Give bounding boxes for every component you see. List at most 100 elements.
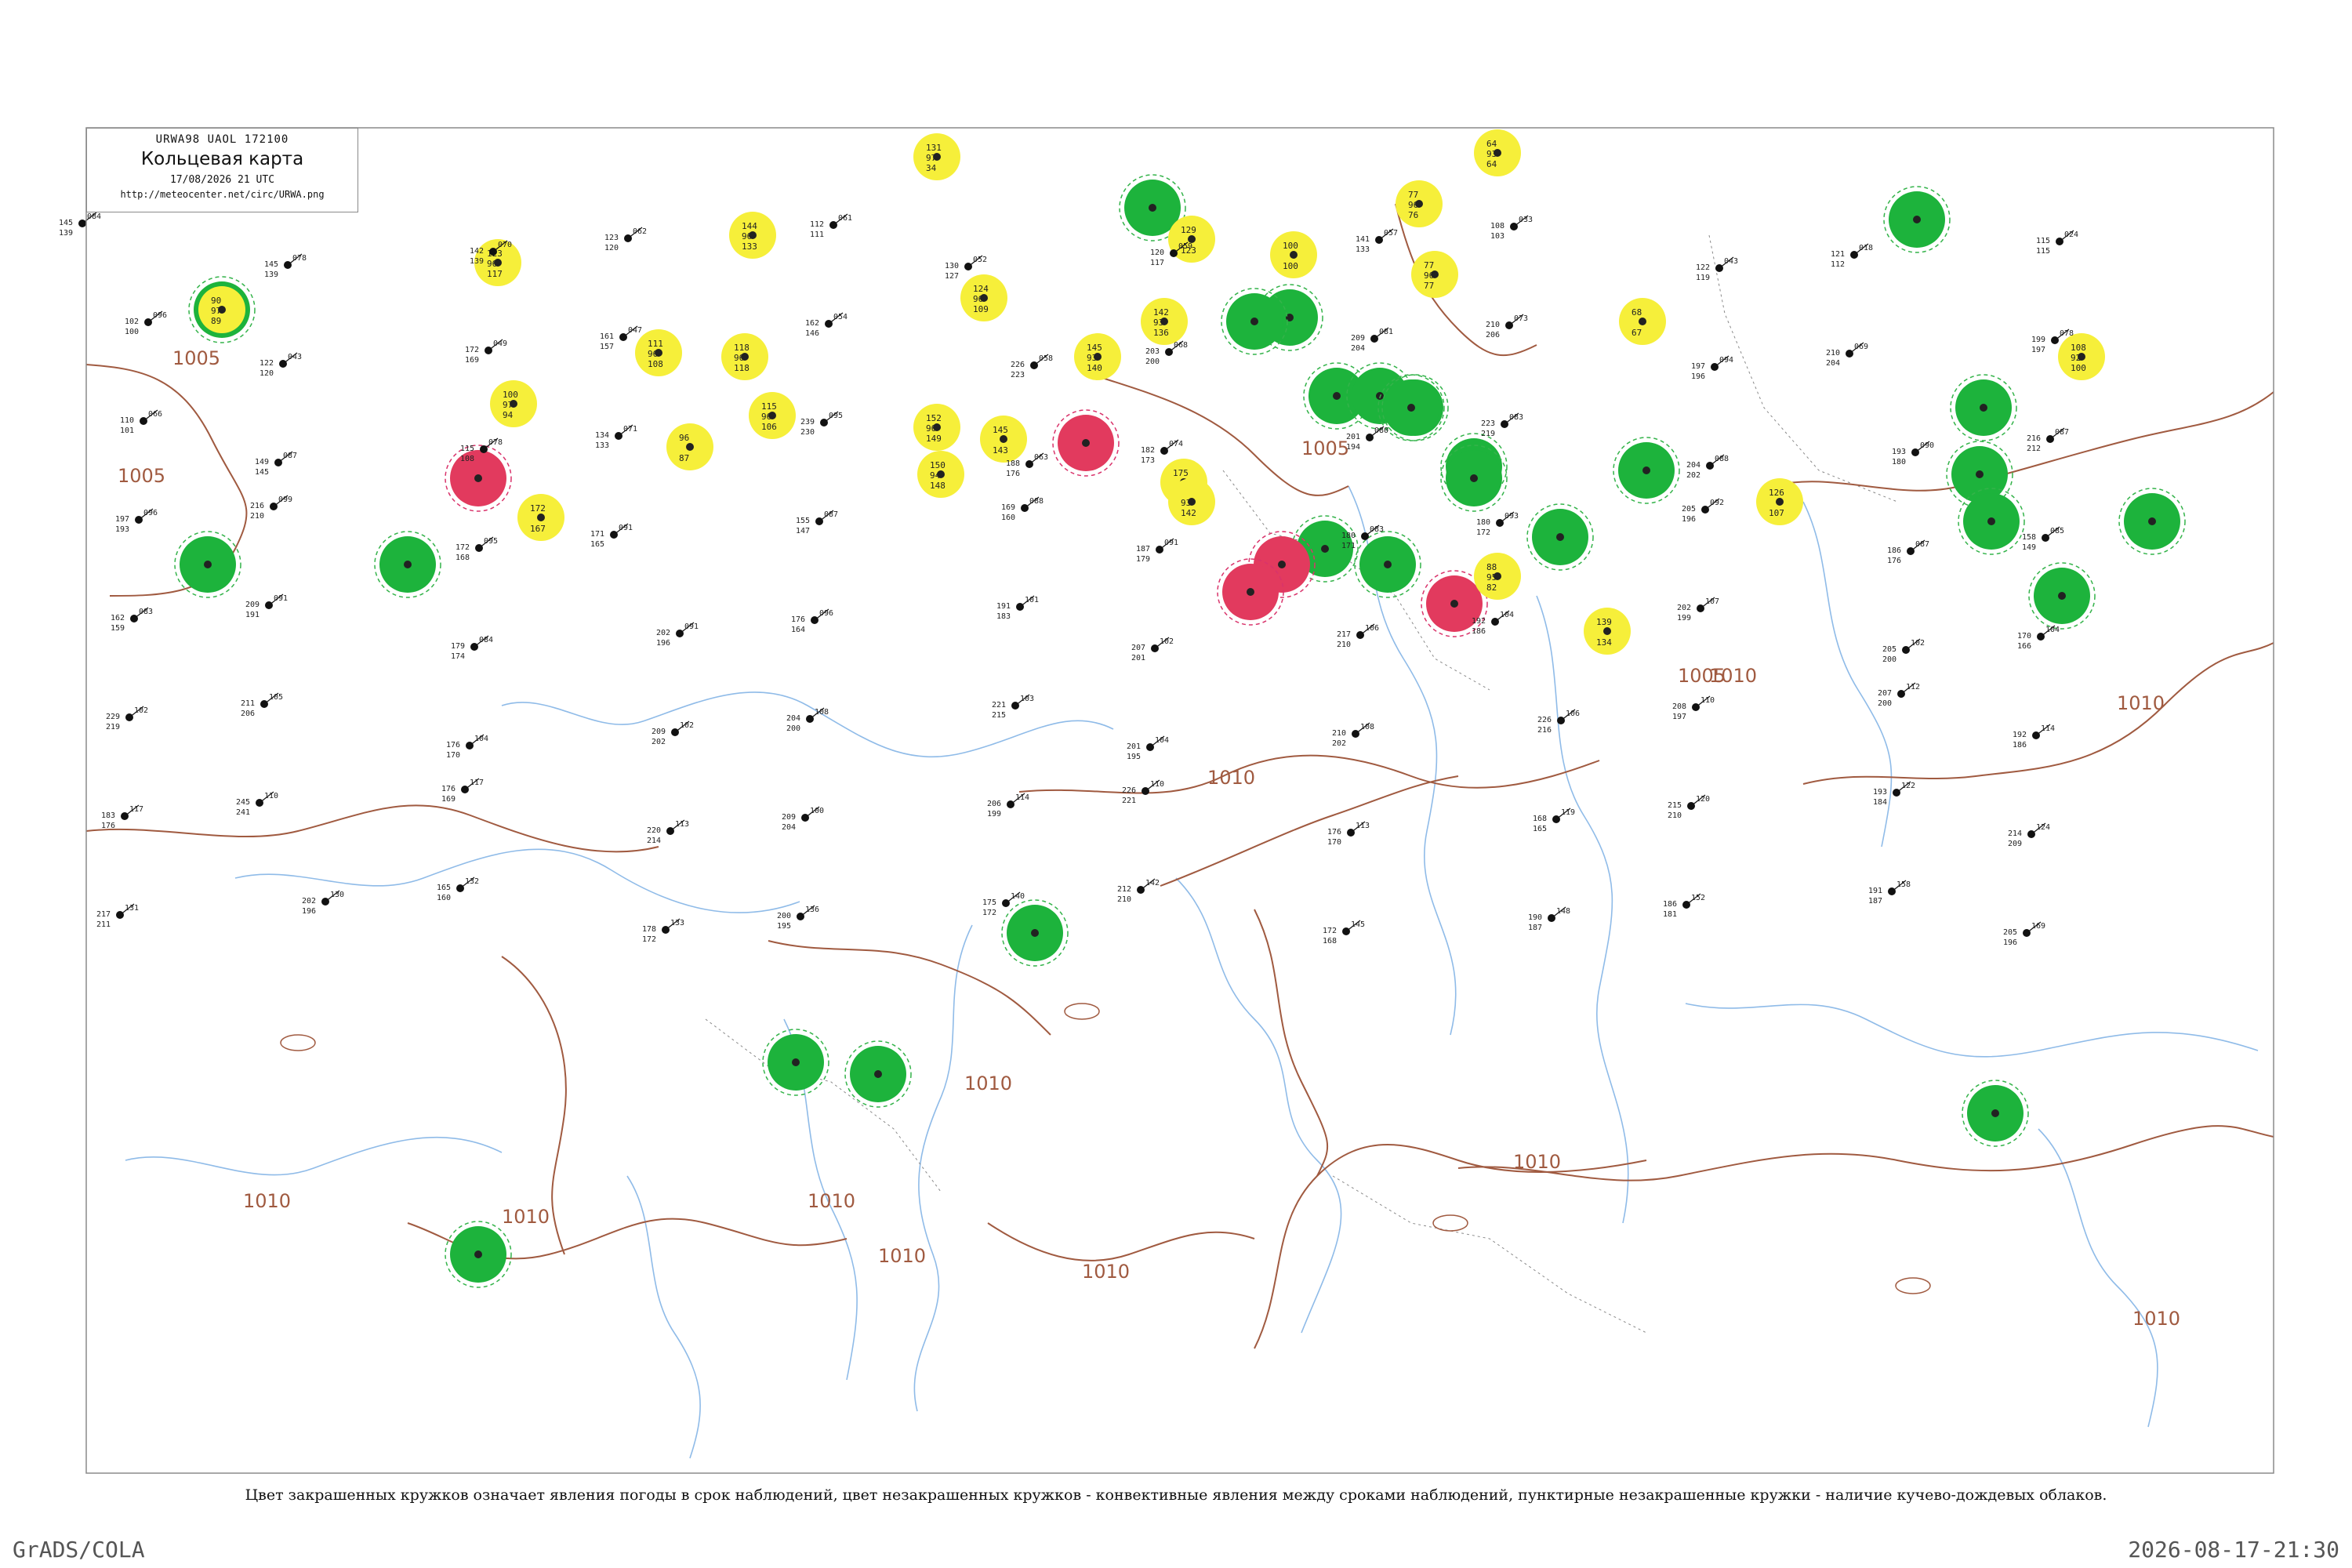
- weather-map: 1005100510051010101010101010101010101010…: [59, 127, 2274, 1474]
- station-value: 071: [623, 425, 637, 434]
- station-value: 061: [838, 214, 852, 223]
- station-value: 112: [1831, 260, 1845, 269]
- source-url[interactable]: http://meteocenter.net/circ/URWA.png: [87, 189, 358, 200]
- station-value: 210: [1486, 321, 1500, 329]
- station-value: 088: [1029, 497, 1044, 506]
- plain-station: 110 208 197: [1672, 695, 1715, 721]
- station-value: 165: [437, 884, 451, 892]
- isobar-label: 1010: [878, 1245, 926, 1267]
- station-dot: [686, 443, 694, 451]
- station-value: 091: [619, 524, 633, 532]
- station-value: 126: [1769, 488, 1784, 498]
- station-yellow: 649364: [1474, 129, 1521, 176]
- station-value: 96: [679, 433, 689, 443]
- station-value: 120: [1150, 249, 1164, 257]
- station-value: 078: [488, 438, 503, 447]
- station-value: 069: [1854, 343, 1868, 351]
- station-yellow: 10892100: [2058, 333, 2105, 380]
- station-dot: [792, 1058, 800, 1066]
- station-value: 183: [101, 811, 115, 820]
- station-value: 114: [2041, 724, 2055, 733]
- station-value: 140: [1087, 363, 1102, 373]
- station-value: 063: [1034, 453, 1048, 462]
- station-value: 165: [1533, 825, 1547, 833]
- station-value: 142: [1181, 508, 1196, 518]
- station-dot: [2148, 517, 2156, 525]
- station-value: 64: [1486, 159, 1497, 169]
- station-value: 174: [451, 652, 465, 661]
- station-value: 204: [782, 823, 796, 832]
- station-value: 97: [503, 400, 513, 410]
- station-green: [374, 531, 441, 598]
- station-yellow: 93142: [1168, 478, 1215, 525]
- station-value: 107: [1769, 508, 1784, 518]
- station-value: 171: [1341, 542, 1356, 550]
- station-value: 172: [465, 346, 479, 354]
- station-value: 197: [1691, 362, 1705, 371]
- plain-station: 069 210204: [1826, 342, 1868, 368]
- station-green: [762, 1029, 829, 1096]
- station-value: 113: [675, 820, 689, 829]
- legend-caption: Цвет закрашенных кружков означает явлени…: [245, 1486, 2107, 1504]
- plain-station: 083 162 159: [111, 607, 153, 633]
- plain-station: 108 210202: [1332, 722, 1374, 748]
- station-value: 049: [493, 339, 507, 348]
- station-value: 82: [1486, 583, 1497, 593]
- station-green: [1962, 1080, 2029, 1147]
- station-value: 115: [2036, 247, 2050, 256]
- station-yellow: 779677: [1411, 251, 1458, 298]
- station-value: 89: [211, 316, 221, 326]
- plain-station: 092 205196: [1682, 498, 1724, 524]
- plain-station: 088 169 160: [1001, 496, 1044, 522]
- station-value: 112: [1906, 683, 1920, 691]
- station-dot: [1980, 404, 1987, 412]
- station-yellow: 100 100: [1270, 231, 1317, 278]
- river: [234, 848, 800, 913]
- station-value: 96: [742, 231, 752, 241]
- station-value: 210: [1332, 729, 1346, 738]
- plain-station: 148 190 187: [1528, 906, 1570, 932]
- station-value: 103: [1020, 695, 1034, 703]
- plain-station: 061 112111: [810, 213, 852, 239]
- station-value: 187: [1868, 897, 1882, 906]
- station-value: 76: [1408, 210, 1418, 220]
- station-value: 136: [1153, 328, 1169, 338]
- station-value: 176: [1887, 557, 1901, 565]
- station-value: 206: [1486, 331, 1500, 339]
- station-value: 119: [1561, 808, 1575, 817]
- station-dot: [1991, 1109, 1999, 1117]
- station-value: 091: [274, 594, 288, 603]
- station-value: 073: [1514, 314, 1528, 323]
- station-value: 208: [1672, 702, 1686, 711]
- river: [1685, 1003, 2259, 1058]
- station-value: 214: [2008, 829, 2022, 838]
- station-value: 200: [777, 912, 791, 920]
- isobar: [768, 940, 1051, 1036]
- isobar: [987, 1222, 1255, 1261]
- station-value: 145: [59, 219, 73, 227]
- station-value: 106: [761, 422, 777, 432]
- station-value: 172: [456, 543, 470, 552]
- station-yellow: 15094148: [917, 451, 964, 498]
- station-yellow: 68 67: [1619, 298, 1666, 345]
- station-value: 202: [652, 738, 666, 746]
- station-green: [2028, 562, 2096, 630]
- station-value: 054: [833, 313, 848, 321]
- plain-station: 104 176170: [446, 734, 488, 760]
- station-value: 122: [260, 359, 274, 368]
- station-value: 204: [1826, 359, 1840, 368]
- station-value: 094: [1719, 356, 1733, 365]
- station-value: 068: [1174, 341, 1188, 350]
- station-value: 68: [1632, 307, 1642, 318]
- station-dot: [1642, 466, 1650, 474]
- station-value: 179: [451, 642, 465, 651]
- station-value: 221: [1122, 797, 1136, 805]
- station-value: 111: [810, 230, 824, 239]
- station-value: 147: [796, 527, 810, 535]
- station-value: 172: [1323, 927, 1337, 935]
- station-value: 241: [236, 808, 250, 817]
- station-value: 122: [1696, 263, 1710, 272]
- station-value: 120: [1696, 795, 1710, 804]
- river: [626, 1175, 701, 1459]
- isobar-label: 1010: [2117, 692, 2165, 714]
